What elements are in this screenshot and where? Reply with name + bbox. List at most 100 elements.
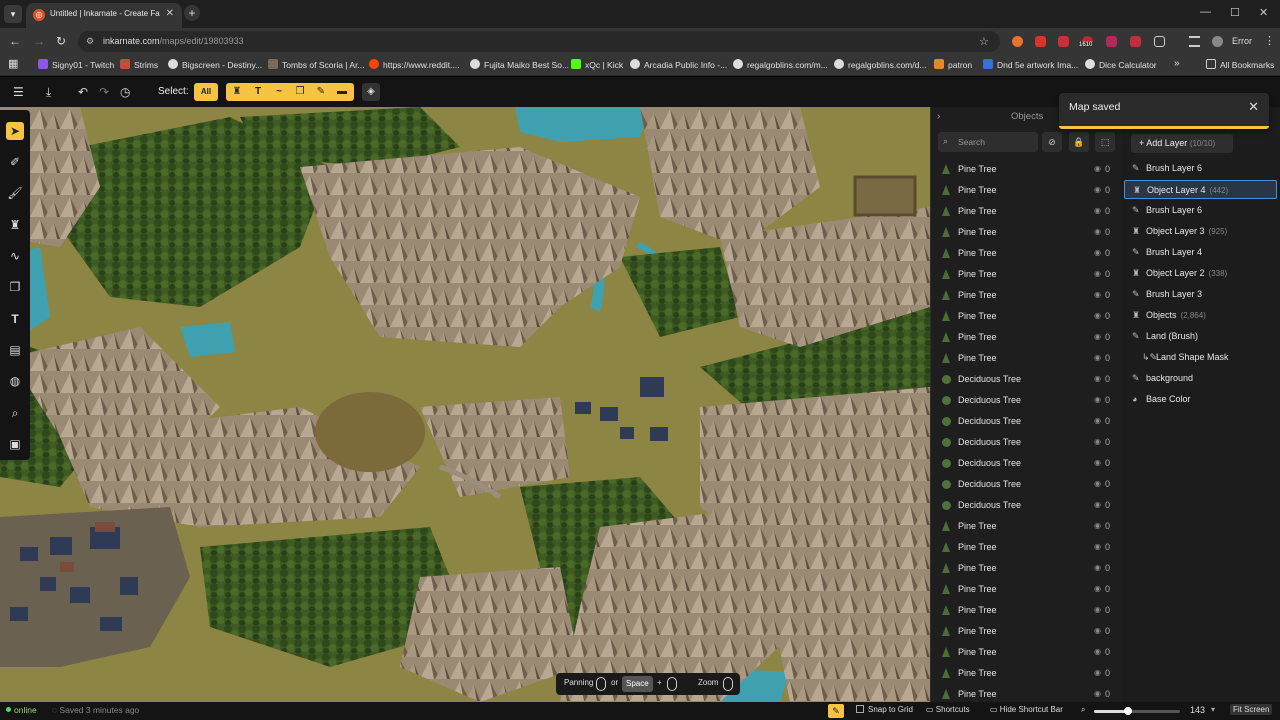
- tab-close-icon[interactable]: ✕: [166, 8, 174, 19]
- extension-icon-1[interactable]: [1012, 36, 1023, 47]
- edit-pencil-icon[interactable]: ✎: [828, 704, 844, 718]
- object-row[interactable]: Pine Tree ◉ 0: [931, 264, 1121, 285]
- select-shapes-icon[interactable]: ❐: [293, 85, 307, 99]
- export-icon[interactable]: ⤓: [46, 85, 51, 100]
- tab-search-button[interactable]: ▾: [4, 5, 22, 23]
- globe-tool-icon[interactable]: ◍: [6, 372, 24, 390]
- layer-row[interactable]: ♜ Object Layer 3 (925): [1124, 222, 1277, 241]
- object-row[interactable]: Pine Tree ◉ 0: [931, 537, 1121, 558]
- select-all-objects-icon[interactable]: ⬚: [1095, 132, 1115, 152]
- bookmark-tombs-of-scoria[interactable]: Tombs of Scoria | Ar...: [268, 59, 365, 70]
- url-field[interactable]: ⚙ inkarnate.com/maps/edit/19803933: [78, 31, 1000, 52]
- reading-list-icon[interactable]: [1189, 36, 1200, 47]
- layer-row[interactable]: ♜ Object Layer 4 (442): [1124, 180, 1277, 199]
- minimize-icon[interactable]: —: [1200, 6, 1211, 18]
- visibility-icon[interactable]: ◉: [1094, 605, 1101, 614]
- zoom-tool-icon[interactable]: ⌕: [6, 404, 24, 422]
- object-row[interactable]: Pine Tree ◉ 0: [931, 159, 1121, 180]
- browser-tab-active[interactable]: ◎ Untitled | Inkarnate - Create Fa ✕: [26, 3, 182, 28]
- visibility-icon[interactable]: ◉: [1094, 689, 1101, 698]
- bookmark-dice-calculator[interactable]: Dice Calculator: [1085, 59, 1157, 70]
- layer-row[interactable]: ↳✎ Land Shape Mask: [1124, 348, 1277, 367]
- layer-row[interactable]: ✎ Brush Layer 6: [1124, 201, 1277, 220]
- bookmark-arcadia[interactable]: Arcadia Public Info -...: [630, 59, 727, 70]
- paint-tool-icon[interactable]: 🖌: [6, 184, 24, 202]
- map-canvas[interactable]: [0, 107, 930, 702]
- object-row[interactable]: Deciduous Tree ◉ 0: [931, 390, 1121, 411]
- bookmark-strims[interactable]: Strims: [120, 59, 158, 70]
- add-layer-button[interactable]: + Add Layer (10/10): [1131, 134, 1233, 153]
- new-tab-button[interactable]: +: [184, 5, 200, 21]
- zoom-slider-handle[interactable]: [1124, 707, 1133, 715]
- visibility-icon[interactable]: ◉: [1094, 479, 1101, 488]
- bookmark-star-icon[interactable]: ☆: [979, 35, 989, 48]
- object-row[interactable]: Pine Tree ◉ 0: [931, 285, 1121, 306]
- visibility-icon[interactable]: ◉: [1094, 374, 1101, 383]
- layers-toggle-icon[interactable]: ◈: [362, 83, 380, 101]
- object-row[interactable]: Pine Tree ◉ 0: [931, 684, 1121, 702]
- visibility-icon[interactable]: ◉: [1094, 395, 1101, 404]
- visibility-icon[interactable]: ◉: [1094, 584, 1101, 593]
- redo-icon[interactable]: ↷: [99, 85, 109, 99]
- profile-avatar-icon[interactable]: [1212, 36, 1223, 47]
- layer-row[interactable]: ◕ Base Color: [1124, 390, 1277, 409]
- object-row[interactable]: Pine Tree ◉ 0: [931, 642, 1121, 663]
- object-row[interactable]: Pine Tree ◉ 0: [931, 327, 1121, 348]
- visibility-icon[interactable]: ◉: [1094, 269, 1101, 278]
- select-brush-icon[interactable]: ✎: [314, 85, 328, 99]
- visibility-icon[interactable]: ◉: [1094, 626, 1101, 635]
- browser-menu-icon[interactable]: ⋮: [1264, 34, 1275, 47]
- visibility-icon[interactable]: ◉: [1094, 416, 1101, 425]
- hide-shortcut-bar-button[interactable]: ▭ Hide Shortcut Bar: [990, 705, 1063, 714]
- bookmark-signy01[interactable]: Signy01 - Twitch: [38, 59, 114, 70]
- select-paths-icon[interactable]: ~: [272, 85, 286, 99]
- object-row[interactable]: Pine Tree ◉ 0: [931, 663, 1121, 684]
- visibility-icon[interactable]: ◉: [1094, 332, 1101, 341]
- maximize-icon[interactable]: ☐: [1230, 6, 1240, 19]
- all-bookmarks-folder[interactable]: All Bookmarks: [1206, 59, 1274, 70]
- undo-icon[interactable]: ↶: [78, 85, 88, 99]
- layer-row[interactable]: ✎ Brush Layer 3: [1124, 285, 1277, 304]
- object-row[interactable]: Pine Tree ◉ 0: [931, 222, 1121, 243]
- profile-error-button[interactable]: Error: [1232, 33, 1262, 49]
- layer-row[interactable]: ♜ Object Layer 2 (338): [1124, 264, 1277, 283]
- snap-checkbox[interactable]: [856, 705, 864, 713]
- select-tool-icon[interactable]: ➤: [6, 122, 24, 140]
- visibility-icon[interactable]: ◉: [1094, 353, 1101, 362]
- object-row[interactable]: Deciduous Tree ◉ 0: [931, 474, 1121, 495]
- window-close-icon[interactable]: ✕: [1259, 6, 1268, 19]
- more-bookmarks-icon[interactable]: »: [1174, 58, 1180, 69]
- extension-icon-3[interactable]: [1058, 36, 1069, 47]
- zoom-slider[interactable]: [1094, 707, 1180, 715]
- visibility-icon[interactable]: ◉: [1094, 521, 1101, 530]
- toast-close-icon[interactable]: ✕: [1248, 99, 1259, 115]
- visibility-icon[interactable]: ◉: [1094, 248, 1101, 257]
- object-row[interactable]: Pine Tree ◉ 0: [931, 600, 1121, 621]
- bookmark-reddit[interactable]: https://www.reddit....: [369, 59, 460, 70]
- object-row[interactable]: Deciduous Tree ◉ 0: [931, 495, 1121, 516]
- zoom-dropdown-icon[interactable]: ▾: [1211, 705, 1215, 714]
- extension-icon-2[interactable]: [1035, 36, 1046, 47]
- visibility-icon[interactable]: ◉: [1094, 290, 1101, 299]
- bookmark-patron[interactable]: patron: [934, 59, 972, 70]
- object-row[interactable]: Deciduous Tree ◉ 0: [931, 411, 1121, 432]
- forward-icon[interactable]: →: [33, 34, 45, 48]
- shape-tool-icon[interactable]: ❐: [6, 278, 24, 296]
- visibility-icon[interactable]: ◉: [1094, 437, 1101, 446]
- bookmark-regalgoblins-d[interactable]: regalgoblins.com/d...: [834, 59, 926, 70]
- object-row[interactable]: Pine Tree ◉ 0: [931, 306, 1121, 327]
- select-objects-icon[interactable]: ♜: [230, 85, 244, 99]
- select-folder-icon[interactable]: ▬: [335, 85, 349, 99]
- shortcuts-button[interactable]: ▭ Shortcuts: [926, 705, 970, 714]
- visibility-icon[interactable]: ◉: [1094, 668, 1101, 677]
- bookmark-fujita-maiko[interactable]: Fujita Maiko Best So...: [470, 59, 569, 70]
- text-tool-icon[interactable]: T: [6, 310, 24, 328]
- bookmark-dnd-artwork[interactable]: Dnd 5e artwork Ima...: [983, 59, 1078, 70]
- object-row[interactable]: Pine Tree ◉ 0: [931, 558, 1121, 579]
- layer-row[interactable]: ✎ Brush Layer 6: [1124, 159, 1277, 178]
- layer-row[interactable]: ♜ Objects (2,864): [1124, 306, 1277, 325]
- layer-row[interactable]: ✎ Brush Layer 4: [1124, 243, 1277, 262]
- hide-visibility-icon[interactable]: ⊘: [1042, 132, 1062, 152]
- visibility-icon[interactable]: ◉: [1094, 542, 1101, 551]
- object-row[interactable]: Deciduous Tree ◉ 0: [931, 369, 1121, 390]
